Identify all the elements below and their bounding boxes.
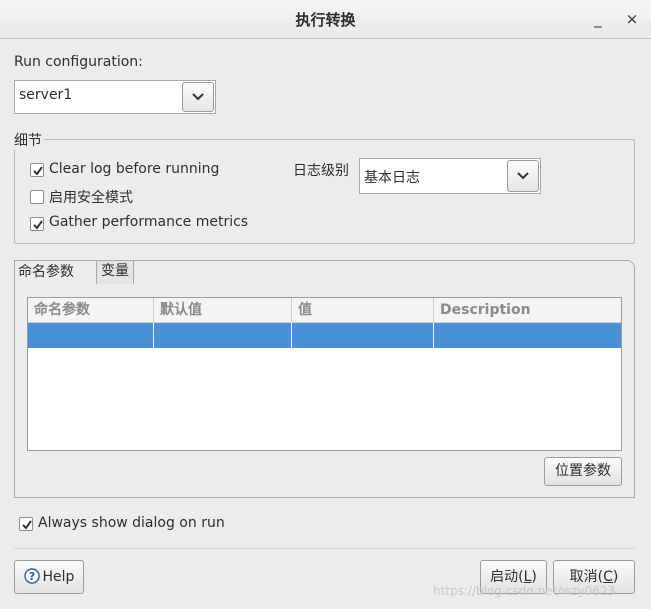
tab-variables[interactable]: 变量 — [96, 261, 134, 284]
clear-log-checkbox[interactable] — [30, 163, 44, 177]
svg-text:?: ? — [28, 570, 34, 583]
log-level-dropdown-button[interactable] — [507, 160, 539, 192]
table-cell[interactable] — [434, 323, 621, 348]
details-legend: 细节 — [12, 130, 44, 150]
help-icon: ? — [23, 568, 40, 584]
always-show-checkbox[interactable] — [19, 517, 33, 531]
run-configuration-select[interactable]: server1 — [14, 80, 216, 114]
cancel-close-paren: ) — [612, 569, 619, 585]
table-cell[interactable] — [154, 323, 292, 348]
run-configuration-dropdown-button[interactable] — [182, 82, 214, 112]
gather-metrics-checkbox[interactable] — [30, 217, 44, 231]
table-cell[interactable] — [28, 323, 154, 348]
table-row[interactable] — [28, 323, 621, 348]
column-header-name[interactable]: 命名参数 — [28, 298, 154, 322]
window-title: 执行转换 — [295, 11, 356, 29]
watermark: https://blog.csdn.net/wzy0623 — [433, 584, 616, 598]
table-cell[interactable] — [292, 323, 434, 348]
safe-mode-label[interactable]: 启用安全模式 — [49, 187, 133, 207]
cancel-mnemonic: C — [603, 569, 613, 585]
chevron-down-icon — [517, 172, 529, 180]
always-show-label[interactable]: Always show dialog on run — [38, 515, 225, 531]
minimize-button[interactable]: _ — [588, 9, 608, 29]
log-level-label: 日志级别 — [293, 163, 349, 179]
clear-log-label[interactable]: Clear log before running — [49, 161, 219, 177]
footer-divider — [14, 548, 635, 549]
position-params-button[interactable]: 位置参数 — [544, 457, 622, 486]
log-level-value: 基本日志 — [364, 170, 420, 186]
cancel-label: 取消( — [569, 569, 604, 585]
params-table[interactable]: 命名参数 默认值 值 Description — [27, 297, 622, 451]
column-header-value[interactable]: 值 — [292, 298, 434, 322]
tab-named-params[interactable]: 命名参数 — [15, 261, 96, 285]
close-button[interactable]: × — [622, 9, 642, 29]
chevron-down-icon — [192, 93, 204, 101]
window-titlebar[interactable]: 执行转换 _ × — [0, 0, 651, 39]
checkmark-icon — [22, 520, 32, 530]
log-level-select[interactable]: 基本日志 — [359, 158, 541, 194]
help-label: Help — [42, 569, 75, 585]
run-configuration-value: server1 — [19, 87, 73, 103]
run-configuration-label: Run configuration: — [14, 54, 143, 70]
help-button[interactable]: ? Help — [14, 560, 84, 594]
gather-metrics-label[interactable]: Gather performance metrics — [49, 214, 248, 230]
table-header: 命名参数 默认值 值 Description — [28, 298, 621, 323]
checkmark-icon — [33, 166, 43, 176]
start-close-paren: ) — [531, 569, 537, 585]
column-header-default[interactable]: 默认值 — [154, 298, 292, 322]
safe-mode-checkbox[interactable] — [30, 190, 44, 204]
column-header-description[interactable]: Description — [434, 298, 621, 322]
checkmark-icon — [33, 220, 43, 230]
start-label: 启动( — [490, 569, 524, 585]
